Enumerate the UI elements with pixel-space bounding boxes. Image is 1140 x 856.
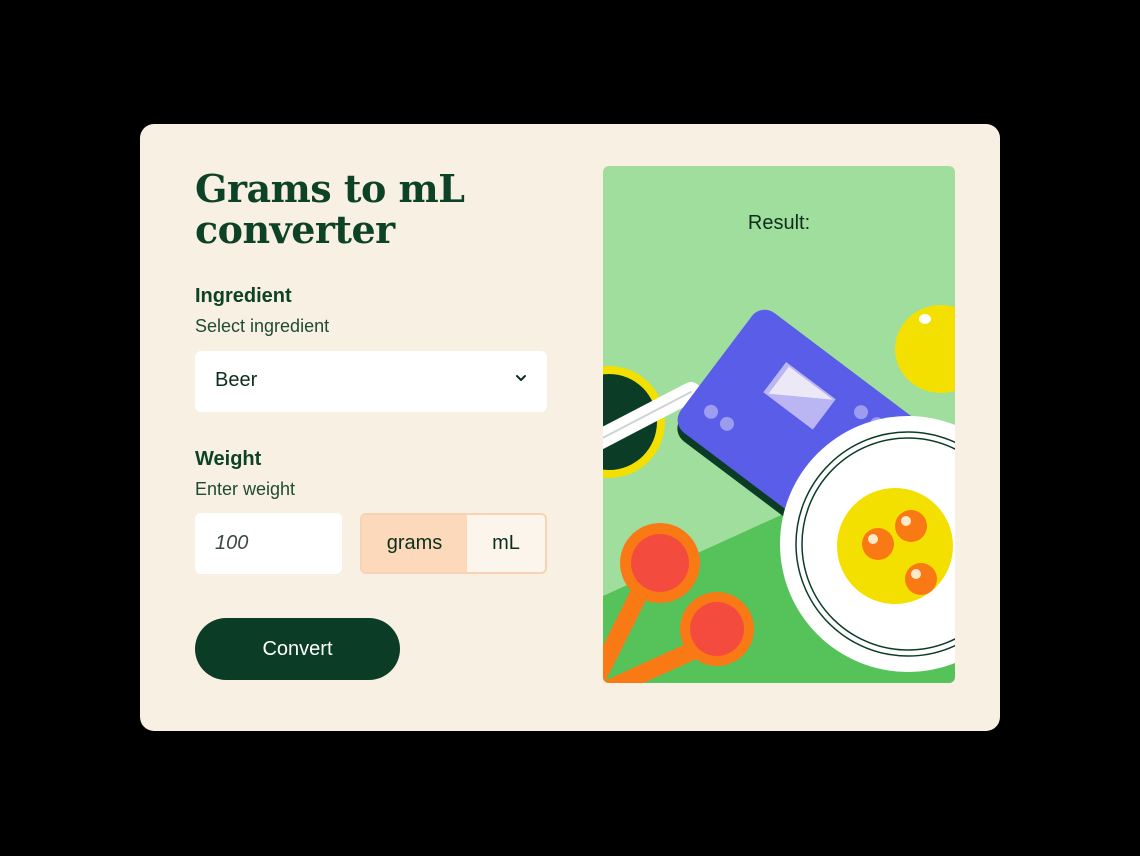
converter-card: Grams to mL converter Ingredient Select … <box>140 124 1000 731</box>
unit-toggle: grams mL <box>360 513 547 574</box>
lemon-icon <box>895 305 955 393</box>
ingredient-label: Ingredient <box>195 285 292 307</box>
result-panel: Result: <box>603 166 955 683</box>
weight-hint: Enter weight <box>195 479 296 499</box>
unit-option-grams[interactable]: grams <box>362 515 467 572</box>
ingredient-selected-value: Beer <box>215 369 258 391</box>
chevron-down-icon <box>513 370 529 386</box>
page-title: Grams to mL converter <box>195 166 465 252</box>
kitchen-illustration <box>603 305 955 683</box>
ingredient-select[interactable]: Beer <box>195 351 547 412</box>
result-label: Result: <box>747 212 811 234</box>
weight-input[interactable] <box>195 513 342 574</box>
unit-option-ml[interactable]: mL <box>467 515 545 572</box>
convert-button[interactable]: Convert <box>195 618 400 680</box>
ingredient-hint: Select ingredient <box>195 316 330 336</box>
weight-label: Weight <box>195 448 262 470</box>
